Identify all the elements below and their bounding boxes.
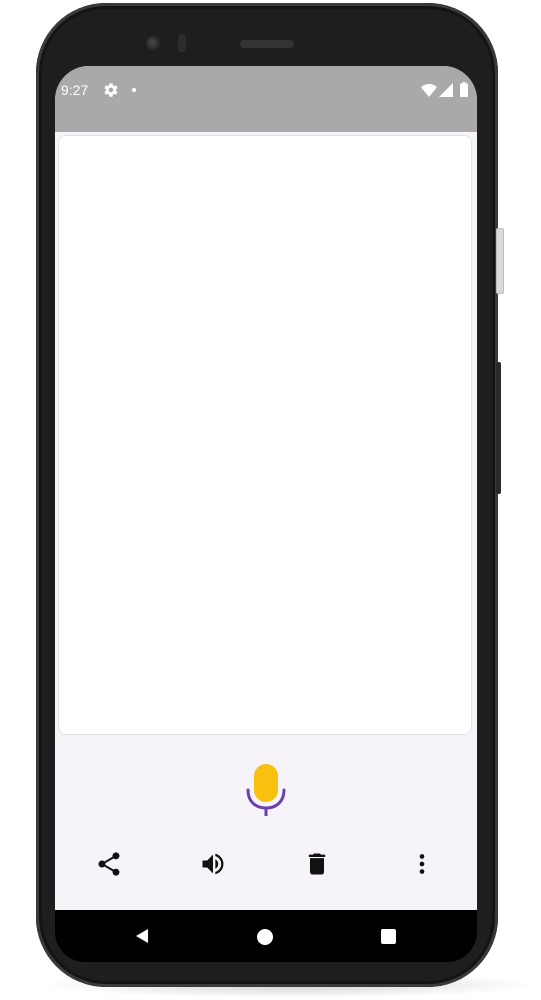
status-bar: 9:27 (55, 66, 477, 132)
home-icon[interactable] (257, 929, 273, 945)
app-screen: 9:27 (55, 66, 477, 910)
transcript-text-area[interactable] (58, 135, 472, 735)
wifi-icon (421, 84, 437, 97)
device-mockup: 9:27 (0, 0, 541, 1000)
bottom-toolbar (55, 842, 477, 886)
delete-icon (308, 853, 326, 875)
battery-icon (460, 82, 468, 97)
recents-icon[interactable] (381, 929, 396, 944)
proximity-sensor (178, 34, 186, 52)
more-options-button[interactable] (408, 850, 436, 878)
back-icon[interactable] (133, 927, 151, 945)
volume-rocker (496, 228, 504, 294)
share-icon (98, 852, 120, 876)
front-camera-icon (146, 36, 162, 52)
power-button (496, 362, 501, 494)
cell-signal-icon (439, 83, 453, 97)
volume-icon (202, 853, 224, 875)
share-button[interactable] (95, 850, 123, 878)
notification-dot-icon (132, 88, 136, 92)
speak-button[interactable] (199, 850, 227, 878)
earpiece-speaker (240, 40, 294, 48)
more-vert-icon (419, 854, 425, 874)
gear-icon (104, 83, 118, 97)
status-time: 9:27 (61, 82, 89, 98)
microphone-icon[interactable] (244, 764, 288, 816)
system-nav-bar (55, 910, 477, 962)
delete-button[interactable] (303, 850, 331, 878)
